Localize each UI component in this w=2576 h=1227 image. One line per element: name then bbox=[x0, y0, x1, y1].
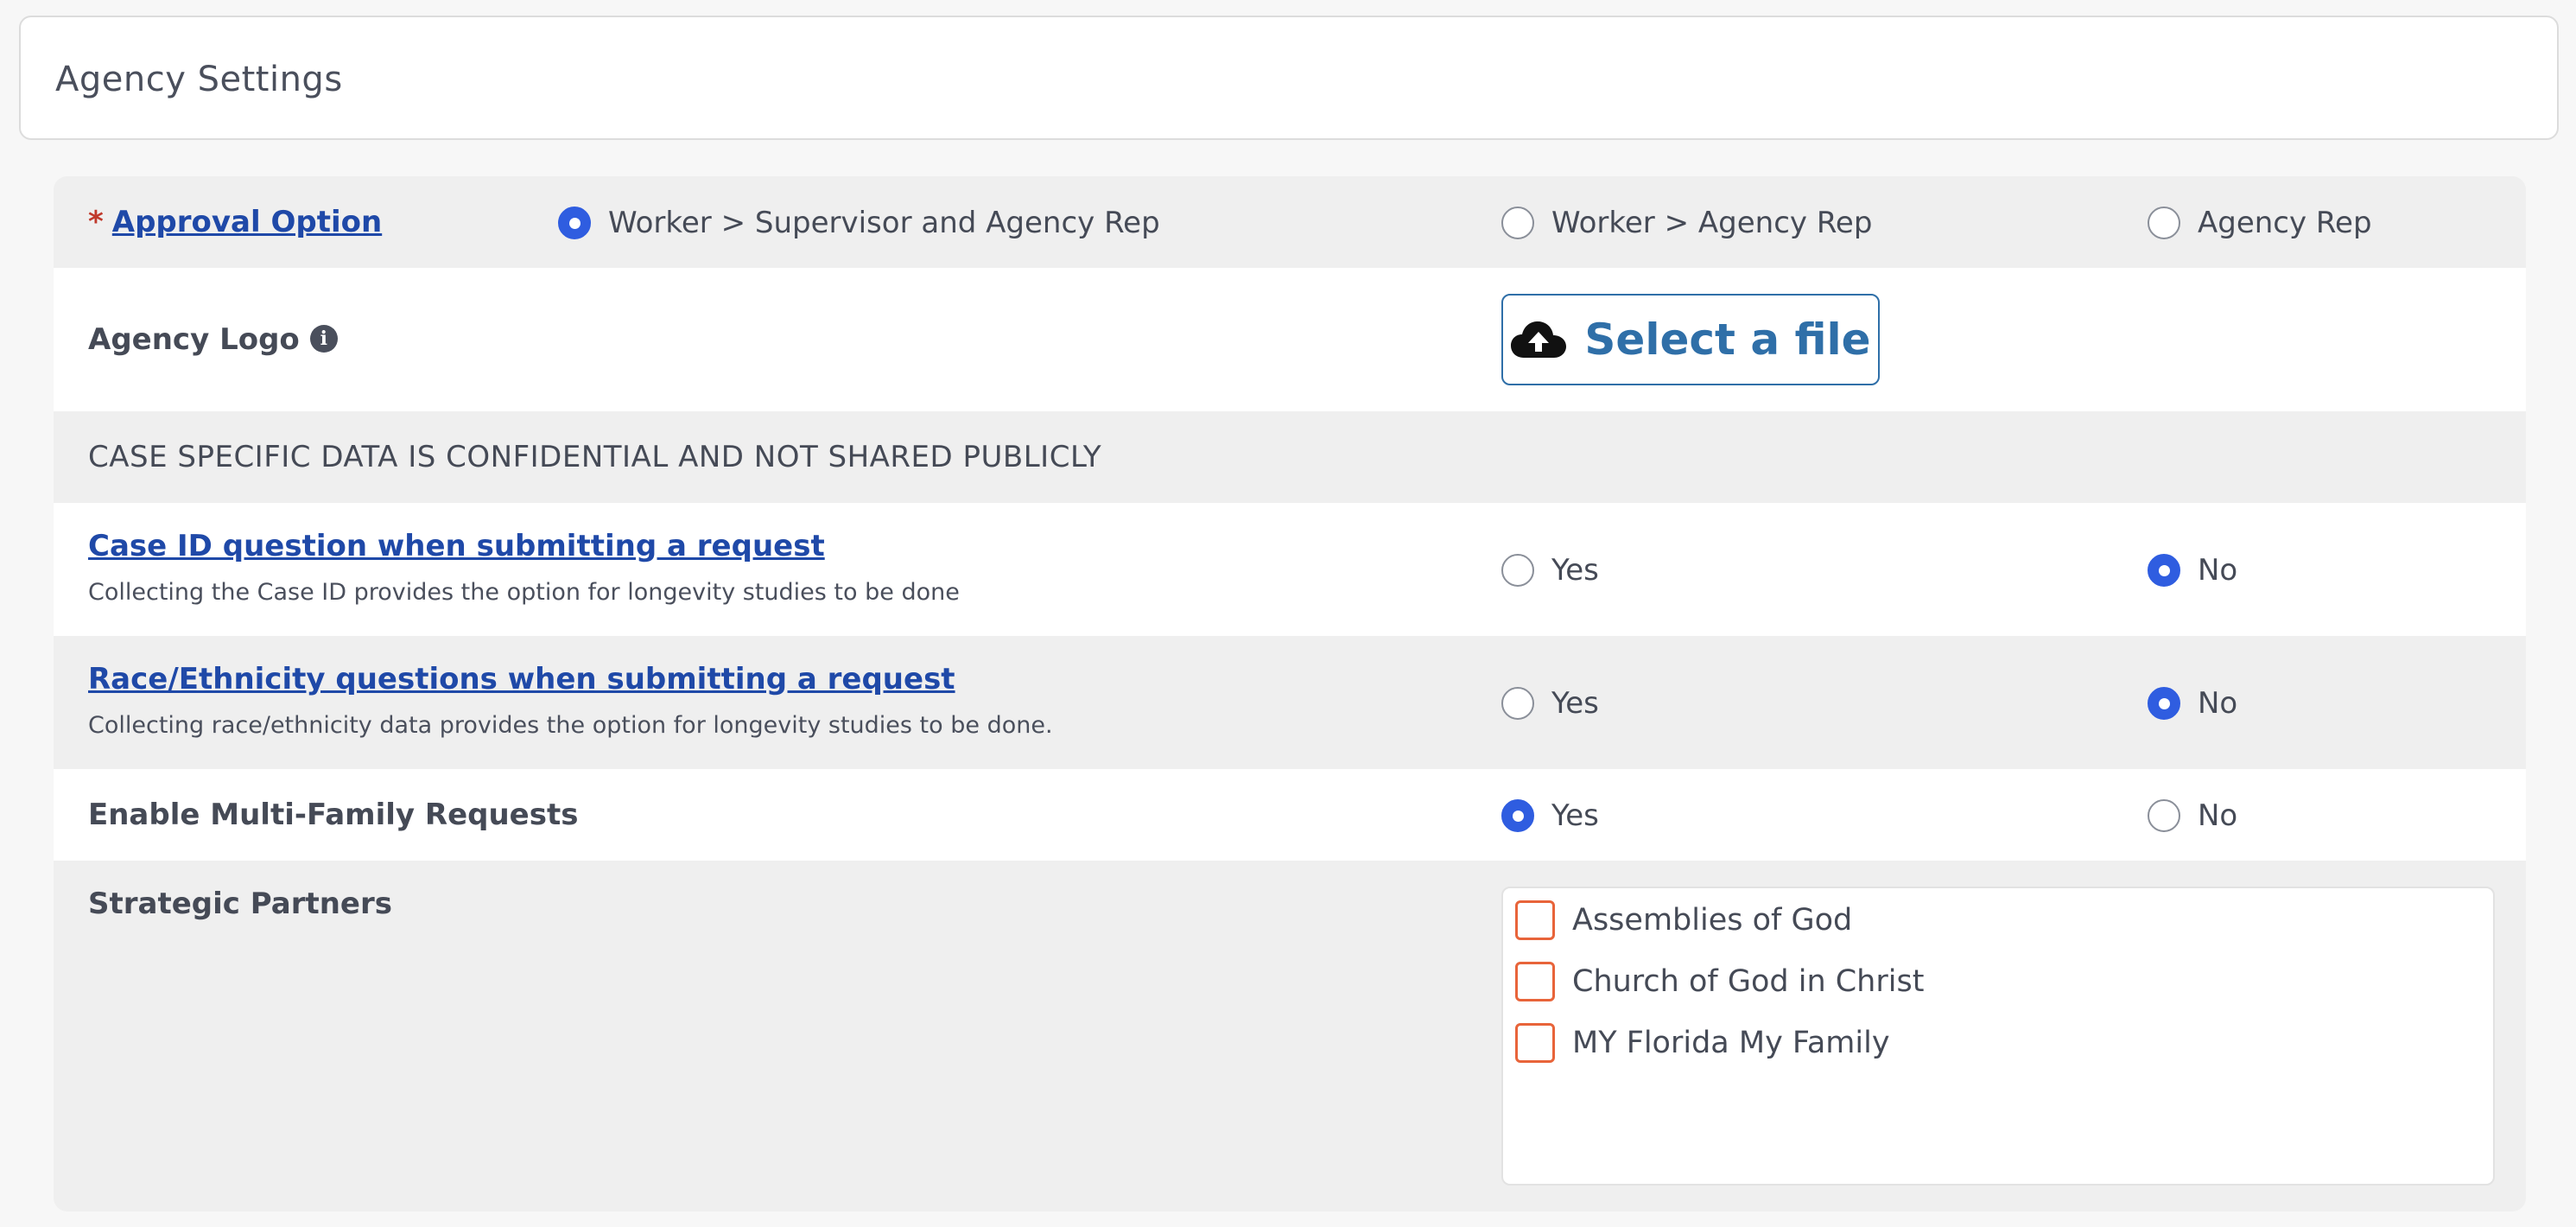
multi-family-label: Enable Multi-Family Requests bbox=[88, 798, 579, 832]
select-file-button[interactable]: Select a file bbox=[1501, 294, 1880, 385]
page-header: Agency Settings bbox=[19, 16, 2559, 140]
race-ethnicity-link[interactable]: Race/Ethnicity questions when submitting… bbox=[88, 662, 955, 696]
checkbox-label: Assemblies of God bbox=[1572, 903, 1853, 938]
radio-label: Agency Rep bbox=[2198, 206, 2372, 240]
race-ethnicity-description: Collecting race/ethnicity data provides … bbox=[88, 712, 1053, 739]
radio-unchecked-icon[interactable] bbox=[1501, 207, 1534, 239]
race-ethnicity-row: Race/Ethnicity questions when submitting… bbox=[54, 636, 2526, 769]
case-id-link[interactable]: Case ID question when submitting a reque… bbox=[88, 529, 825, 563]
radio-label: Yes bbox=[1551, 553, 1599, 588]
case-id-description: Collecting the Case ID provides the opti… bbox=[88, 579, 960, 606]
radio-unchecked-icon[interactable] bbox=[1501, 687, 1534, 720]
radio-label: Worker > Supervisor and Agency Rep bbox=[608, 206, 1160, 240]
approval-radio-agency-rep[interactable]: Agency Rep bbox=[2148, 206, 2372, 240]
partner-checkbox-church-of-god-in-christ[interactable]: Church of God in Christ bbox=[1515, 962, 1924, 1001]
agency-logo-label: Agency Logo bbox=[88, 322, 300, 357]
info-icon[interactable]: i bbox=[309, 324, 338, 353]
page-title: Agency Settings bbox=[55, 60, 343, 99]
radio-label: Yes bbox=[1551, 686, 1599, 721]
radio-checked-icon[interactable] bbox=[558, 207, 591, 239]
radio-label: Worker > Agency Rep bbox=[1551, 206, 1873, 240]
radio-label: No bbox=[2198, 686, 2238, 721]
approval-option-label-group: * Approval Option bbox=[88, 176, 382, 268]
checkbox-label: MY Florida My Family bbox=[1572, 1026, 1890, 1060]
strategic-partners-row: Strategic Partners Assemblies of God Chu… bbox=[54, 861, 2526, 1211]
checkbox-icon[interactable] bbox=[1515, 900, 1555, 940]
radio-checked-icon[interactable] bbox=[2148, 554, 2180, 587]
approval-option-row: * Approval Option Worker > Supervisor and… bbox=[54, 176, 2526, 268]
multi-family-radio-yes[interactable]: Yes bbox=[1501, 798, 1599, 833]
agency-logo-row: Agency Logo i Select a file bbox=[54, 268, 2526, 411]
multi-family-radio-no[interactable]: No bbox=[2148, 798, 2237, 833]
radio-unchecked-icon[interactable] bbox=[2148, 207, 2180, 239]
radio-label: No bbox=[2198, 553, 2238, 588]
radio-unchecked-icon[interactable] bbox=[1501, 554, 1534, 587]
select-file-label: Select a file bbox=[1584, 315, 1871, 365]
radio-checked-icon[interactable] bbox=[1501, 799, 1534, 832]
case-id-radio-yes[interactable]: Yes bbox=[1501, 553, 1599, 588]
checkbox-icon[interactable] bbox=[1515, 962, 1555, 1001]
settings-panel: * Approval Option Worker > Supervisor and… bbox=[54, 176, 2526, 1211]
radio-label: No bbox=[2198, 798, 2238, 833]
case-id-row: Case ID question when submitting a reque… bbox=[54, 503, 2526, 636]
multi-family-row: Enable Multi-Family Requests Yes No bbox=[54, 769, 2526, 861]
strategic-partners-label: Strategic Partners bbox=[88, 887, 392, 921]
race-ethnicity-radio-yes[interactable]: Yes bbox=[1501, 686, 1599, 721]
checkbox-label: Church of God in Christ bbox=[1572, 964, 1925, 999]
radio-label: Yes bbox=[1551, 798, 1599, 833]
cloud-upload-icon bbox=[1511, 321, 1567, 358]
required-marker: * bbox=[88, 205, 104, 239]
radio-checked-icon[interactable] bbox=[2148, 687, 2180, 720]
partner-checkbox-assemblies-of-god[interactable]: Assemblies of God bbox=[1515, 900, 1852, 940]
agency-logo-label-group: Agency Logo i bbox=[88, 268, 338, 411]
approval-radio-worker-supervisor[interactable]: Worker > Supervisor and Agency Rep bbox=[558, 206, 1160, 240]
case-id-radio-no[interactable]: No bbox=[2148, 553, 2237, 588]
strategic-partners-list[interactable]: Assemblies of God Church of God in Chris… bbox=[1501, 887, 2495, 1186]
approval-option-link[interactable]: Approval Option bbox=[112, 205, 382, 239]
checkbox-icon[interactable] bbox=[1515, 1023, 1555, 1063]
radio-unchecked-icon[interactable] bbox=[2148, 799, 2180, 832]
approval-radio-worker-agency[interactable]: Worker > Agency Rep bbox=[1501, 206, 1872, 240]
confidential-notice-row: CASE SPECIFIC DATA IS CONFIDENTIAL AND N… bbox=[54, 411, 2526, 503]
confidential-notice: CASE SPECIFIC DATA IS CONFIDENTIAL AND N… bbox=[88, 440, 1102, 474]
partner-checkbox-my-florida-my-family[interactable]: MY Florida My Family bbox=[1515, 1023, 1890, 1063]
race-ethnicity-radio-no[interactable]: No bbox=[2148, 686, 2237, 721]
